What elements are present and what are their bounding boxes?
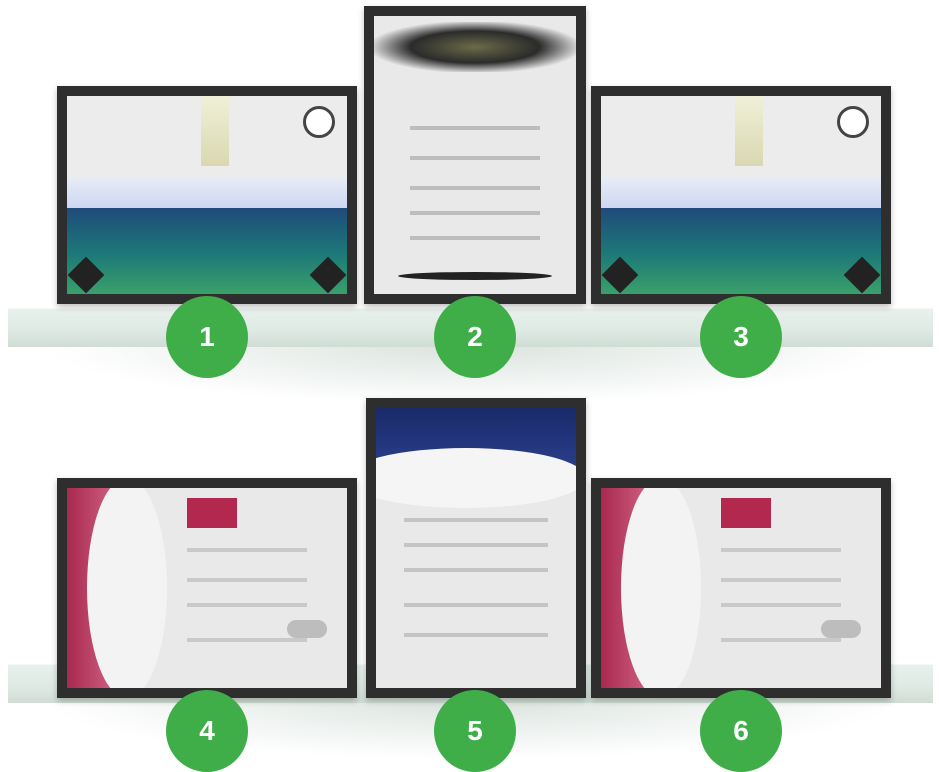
- certificate-image-3: [601, 96, 881, 294]
- badge-1: 1: [166, 296, 248, 378]
- badge-4: 4: [166, 690, 248, 772]
- certificate-frame-1[interactable]: [57, 86, 357, 304]
- certificate-image-2: [374, 16, 576, 294]
- certificate-frame-2[interactable]: [364, 6, 586, 304]
- badge-3: 3: [700, 296, 782, 378]
- badge-6: 6: [700, 690, 782, 772]
- certificate-frame-5[interactable]: [366, 398, 586, 698]
- certificate-frame-6[interactable]: [591, 478, 891, 698]
- certificate-image-6: [601, 488, 881, 688]
- certificate-frame-4[interactable]: [57, 478, 357, 698]
- certificate-image-4: [67, 488, 347, 688]
- badge-2: 2: [434, 296, 516, 378]
- certificate-image-5: [376, 408, 576, 688]
- badge-5: 5: [434, 690, 516, 772]
- certificate-frame-3[interactable]: [591, 86, 891, 304]
- certificate-image-1: [67, 96, 347, 294]
